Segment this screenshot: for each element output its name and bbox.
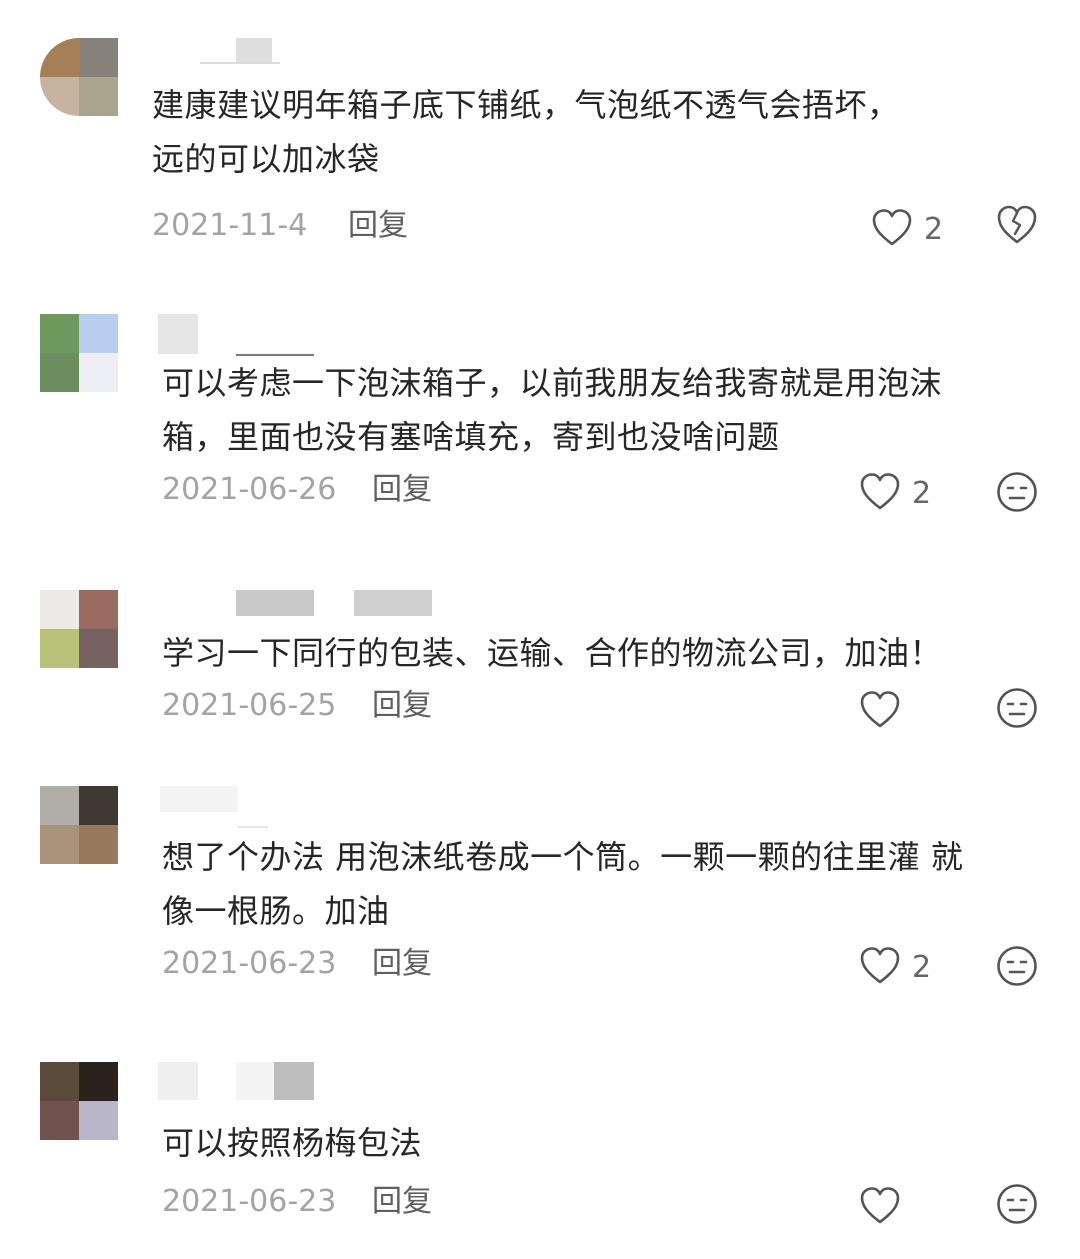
comment-text-line: 可以按照杨梅包法 (162, 1124, 423, 1162)
comment-text: 建康建议明年箱子底下铺纸，气泡纸不透气会捂坏， 远的可以加冰袋 (152, 78, 900, 186)
avatar[interactable] (40, 314, 118, 392)
comment-date: 2021-06-23 (162, 1184, 337, 1219)
comment-text-line: 学习一下同行的包装、运输、合作的物流公司，加油！ (162, 634, 943, 672)
like-count: 2 (912, 476, 932, 511)
avatar[interactable] (40, 1062, 118, 1140)
comment-text-line: 像一根肠。加油 (162, 892, 390, 930)
reply-button[interactable]: 回复 (372, 470, 432, 510)
like-count: 2 (924, 212, 944, 247)
heart-icon (860, 947, 900, 984)
comment-date: 2021-06-25 (162, 688, 337, 723)
heart-icon (860, 691, 900, 728)
comment-text: 想了个办法 用泡沫纸卷成一个筒。一颗一颗的往里灌 就 像一根肠。加油 (162, 830, 963, 938)
heart-icon (860, 1187, 900, 1224)
avatar[interactable] (40, 590, 118, 668)
dislike-button[interactable] (996, 1183, 1040, 1227)
comment-text: 可以考虑一下泡沫箱子，以前我朋友给我寄就是用泡沫 箱，里面也没有塞啥填充，寄到也… (162, 356, 942, 464)
like-button[interactable]: 2 (860, 944, 970, 994)
like-button[interactable] (860, 688, 970, 738)
like-count: 2 (912, 950, 932, 985)
dislike-button[interactable] (996, 687, 1040, 731)
avatar[interactable] (40, 786, 118, 864)
comment-text-line: 可以考虑一下泡沫箱子，以前我朋友给我寄就是用泡沫 (162, 364, 943, 402)
comment-text: 可以按照杨梅包法 (162, 1116, 422, 1170)
meh-face-icon (997, 688, 1037, 728)
reply-button[interactable]: 回复 (348, 206, 408, 246)
comment-text-line: 箱，里面也没有塞啥填充，寄到也没啥问题 (162, 418, 780, 456)
comment-text: 学习一下同行的包装、运输、合作的物流公司，加油！ (162, 626, 942, 680)
comment-text-line: 建康建议明年箱子底下铺纸，气泡纸不透气会捂坏， (152, 86, 900, 124)
comment-date: 2021-11-4 (152, 208, 308, 243)
heart-icon (872, 209, 912, 246)
reply-button[interactable]: 回复 (372, 1182, 432, 1222)
comment-date: 2021-06-23 (162, 946, 337, 981)
meh-face-icon (997, 1184, 1037, 1224)
dislike-button[interactable] (996, 471, 1040, 515)
reply-button[interactable]: 回复 (372, 944, 432, 984)
comment-date: 2021-06-26 (162, 472, 337, 507)
like-button[interactable]: 2 (860, 470, 970, 520)
dislike-button[interactable] (996, 204, 1040, 248)
meh-face-icon (997, 946, 1037, 986)
reply-button[interactable]: 回复 (372, 686, 432, 726)
dislike-button[interactable] (996, 945, 1040, 989)
heart-icon (860, 473, 900, 510)
comment-text-line: 远的可以加冰袋 (152, 140, 380, 178)
comment-text-line: 想了个办法 用泡沫纸卷成一个筒。一颗一颗的往里灌 就 (162, 838, 964, 876)
avatar[interactable] (40, 38, 118, 116)
like-button[interactable]: 2 (872, 206, 982, 256)
like-button[interactable] (860, 1184, 970, 1234)
meh-face-icon (997, 472, 1037, 512)
broken-heart-icon (997, 205, 1037, 244)
